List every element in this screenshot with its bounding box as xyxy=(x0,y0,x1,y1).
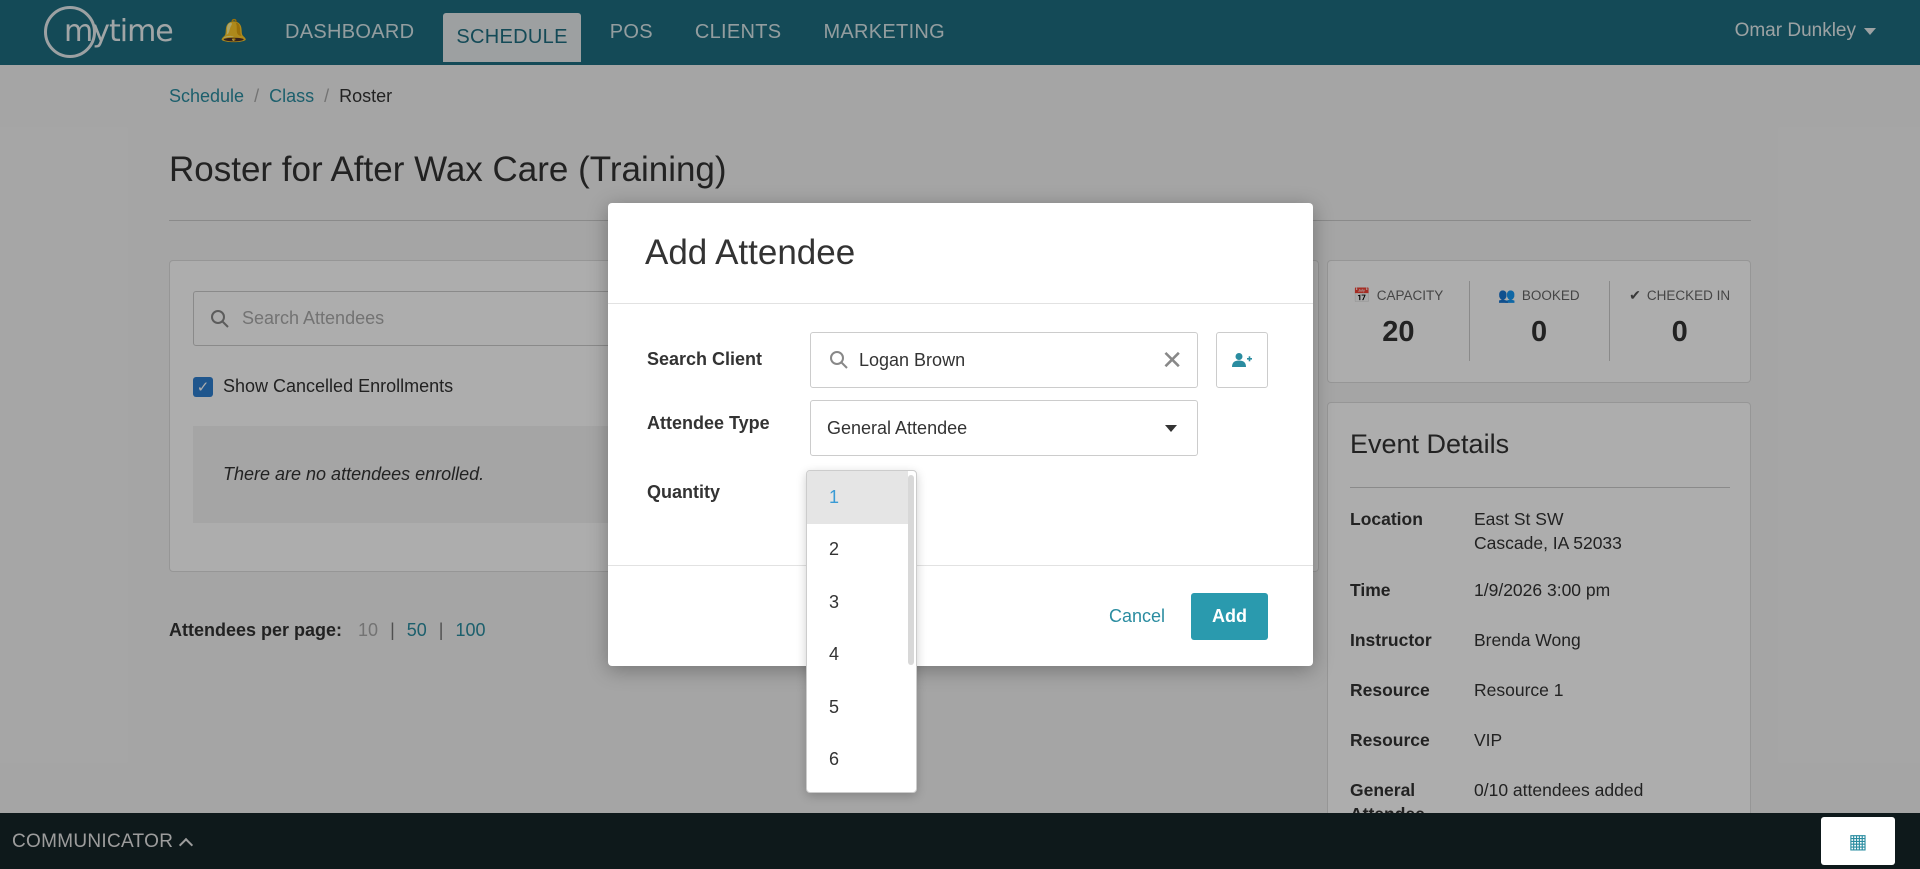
modal-header-divider xyxy=(608,303,1313,304)
quantity-option[interactable]: 5 xyxy=(807,681,908,734)
search-client-value: Logan Brown xyxy=(859,349,966,370)
user-plus-icon xyxy=(1232,353,1252,367)
attendee-type-label: Attendee Type xyxy=(647,413,770,433)
search-client-input[interactable]: Logan Brown ✕ xyxy=(810,332,1198,388)
add-new-client-button[interactable] xyxy=(1216,332,1268,388)
quantity-option[interactable]: 4 xyxy=(807,629,908,682)
calculator-icon[interactable]: ▦ xyxy=(1821,817,1895,865)
attendee-type-value: General Attendee xyxy=(827,417,968,438)
modal-footer-divider xyxy=(608,565,1313,566)
dropdown-scrollbar[interactable] xyxy=(908,475,914,665)
quantity-option[interactable]: 2 xyxy=(807,524,908,577)
quantity-option[interactable]: 6 xyxy=(807,734,908,787)
modal-title: Add Attendee xyxy=(645,233,856,272)
quantity-option[interactable]: 1 xyxy=(807,471,908,524)
add-attendee-modal: Add Attendee Search Client Logan Brown ✕… xyxy=(608,203,1313,666)
attendee-type-select[interactable]: General Attendee xyxy=(810,400,1198,456)
clear-icon[interactable]: ✕ xyxy=(1161,346,1183,374)
add-button[interactable]: Add xyxy=(1191,593,1268,640)
cancel-button[interactable]: Cancel xyxy=(1109,606,1165,627)
caret-down-icon xyxy=(1165,425,1177,432)
quantity-dropdown[interactable]: 1 2 3 4 5 6 xyxy=(806,470,917,793)
quantity-label: Quantity xyxy=(647,482,721,502)
search-client-label: Search Client xyxy=(647,349,763,369)
search-icon xyxy=(830,351,848,369)
quantity-option[interactable]: 3 xyxy=(807,576,908,629)
